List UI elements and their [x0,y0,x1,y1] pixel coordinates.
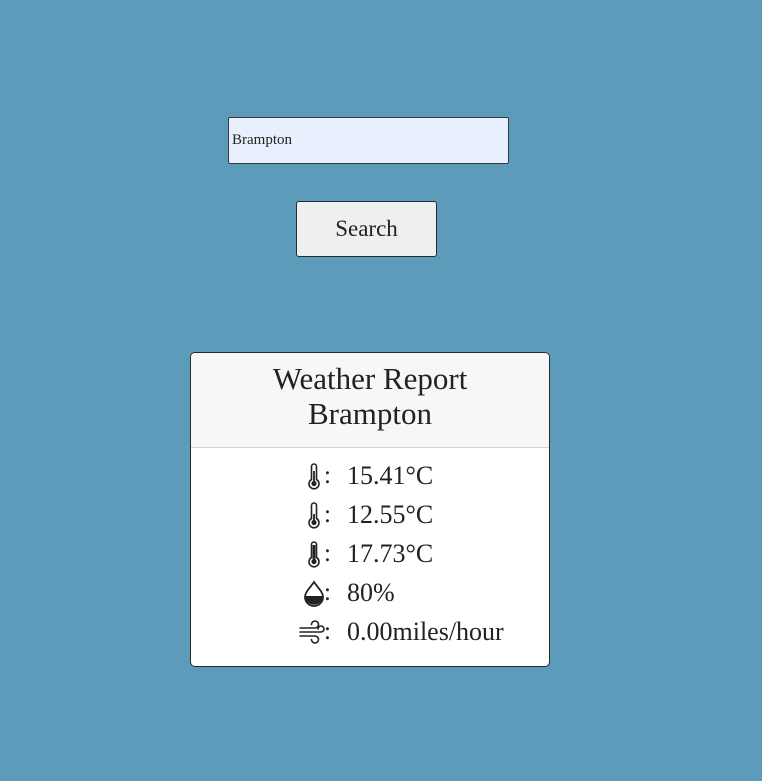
wind-speed-value: 0.00miles/hour [347,617,504,646]
search-button[interactable]: Search [296,201,437,257]
search-input[interactable] [228,117,509,164]
max-temperature-row: : 17.73°C [191,535,549,574]
current-temperature-value: 15.41°C [347,461,434,490]
humidity-value: 80% [347,578,395,607]
current-temperature-row: : 15.41°C [191,457,549,496]
wind-icon [299,620,325,644]
row-separator: : [324,618,331,645]
min-temperature-value: 12.55°C [347,500,434,529]
min-temperature-row: : 12.55°C [191,496,549,535]
row-separator: : [324,462,331,489]
max-temperature-value: 17.73°C [347,539,434,568]
weather-report-header: Weather Report Brampton [191,353,549,448]
humidity-row: : 80% [191,574,549,613]
row-separator: : [324,579,331,606]
row-separator: : [324,540,331,567]
weather-report-city: Brampton [308,396,432,431]
weather-report-card: Weather Report Brampton : 15.41°C : 12.5… [190,352,550,667]
weather-report-title: Weather Report [272,361,468,396]
row-separator: : [324,501,331,528]
wind-speed-row: : 0.00miles/hour [191,613,549,652]
